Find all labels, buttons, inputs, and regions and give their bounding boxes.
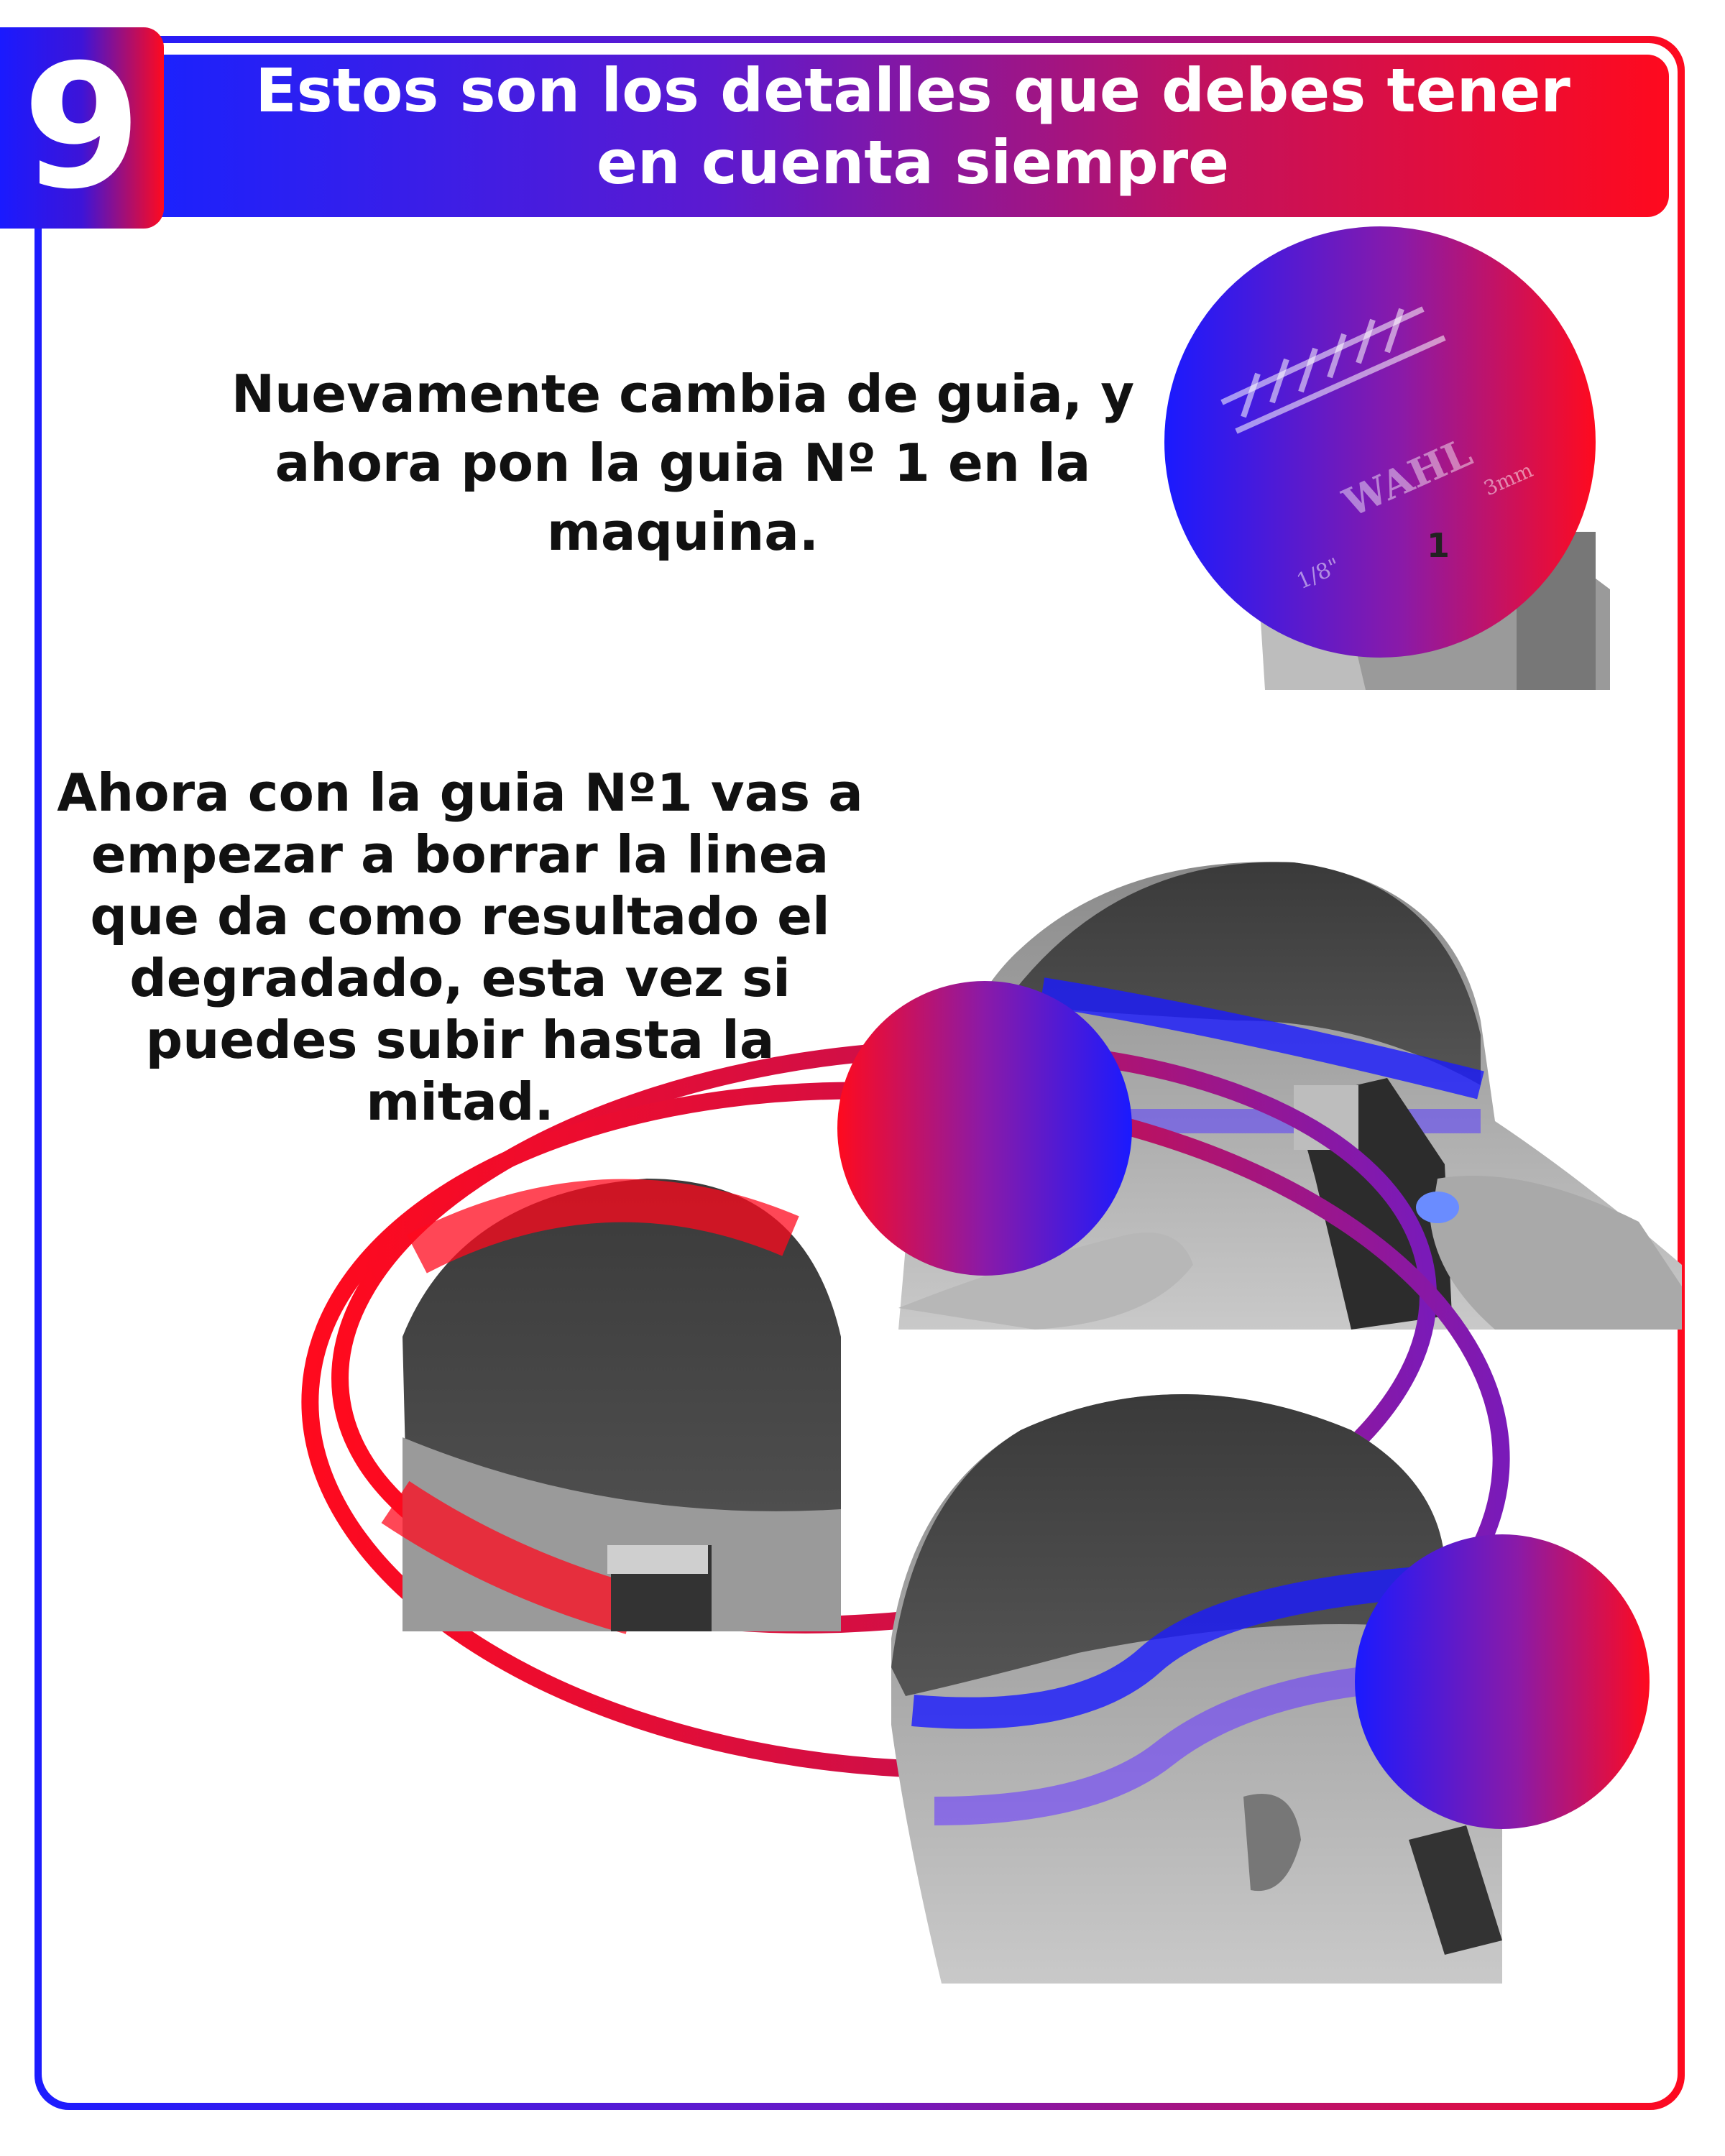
clipper-guard-photo-icon: WAHL 1 1/8" 3mm: [1164, 226, 1610, 690]
gradient-circle: [837, 981, 1132, 1276]
guard-size-text: 1: [1427, 526, 1450, 565]
head-crown-photo-icon: [381, 1179, 841, 1634]
illustrations: WAHL 1 1/8" 3mm: [301, 226, 1682, 1984]
gradient-circle: [1355, 1534, 1650, 1829]
